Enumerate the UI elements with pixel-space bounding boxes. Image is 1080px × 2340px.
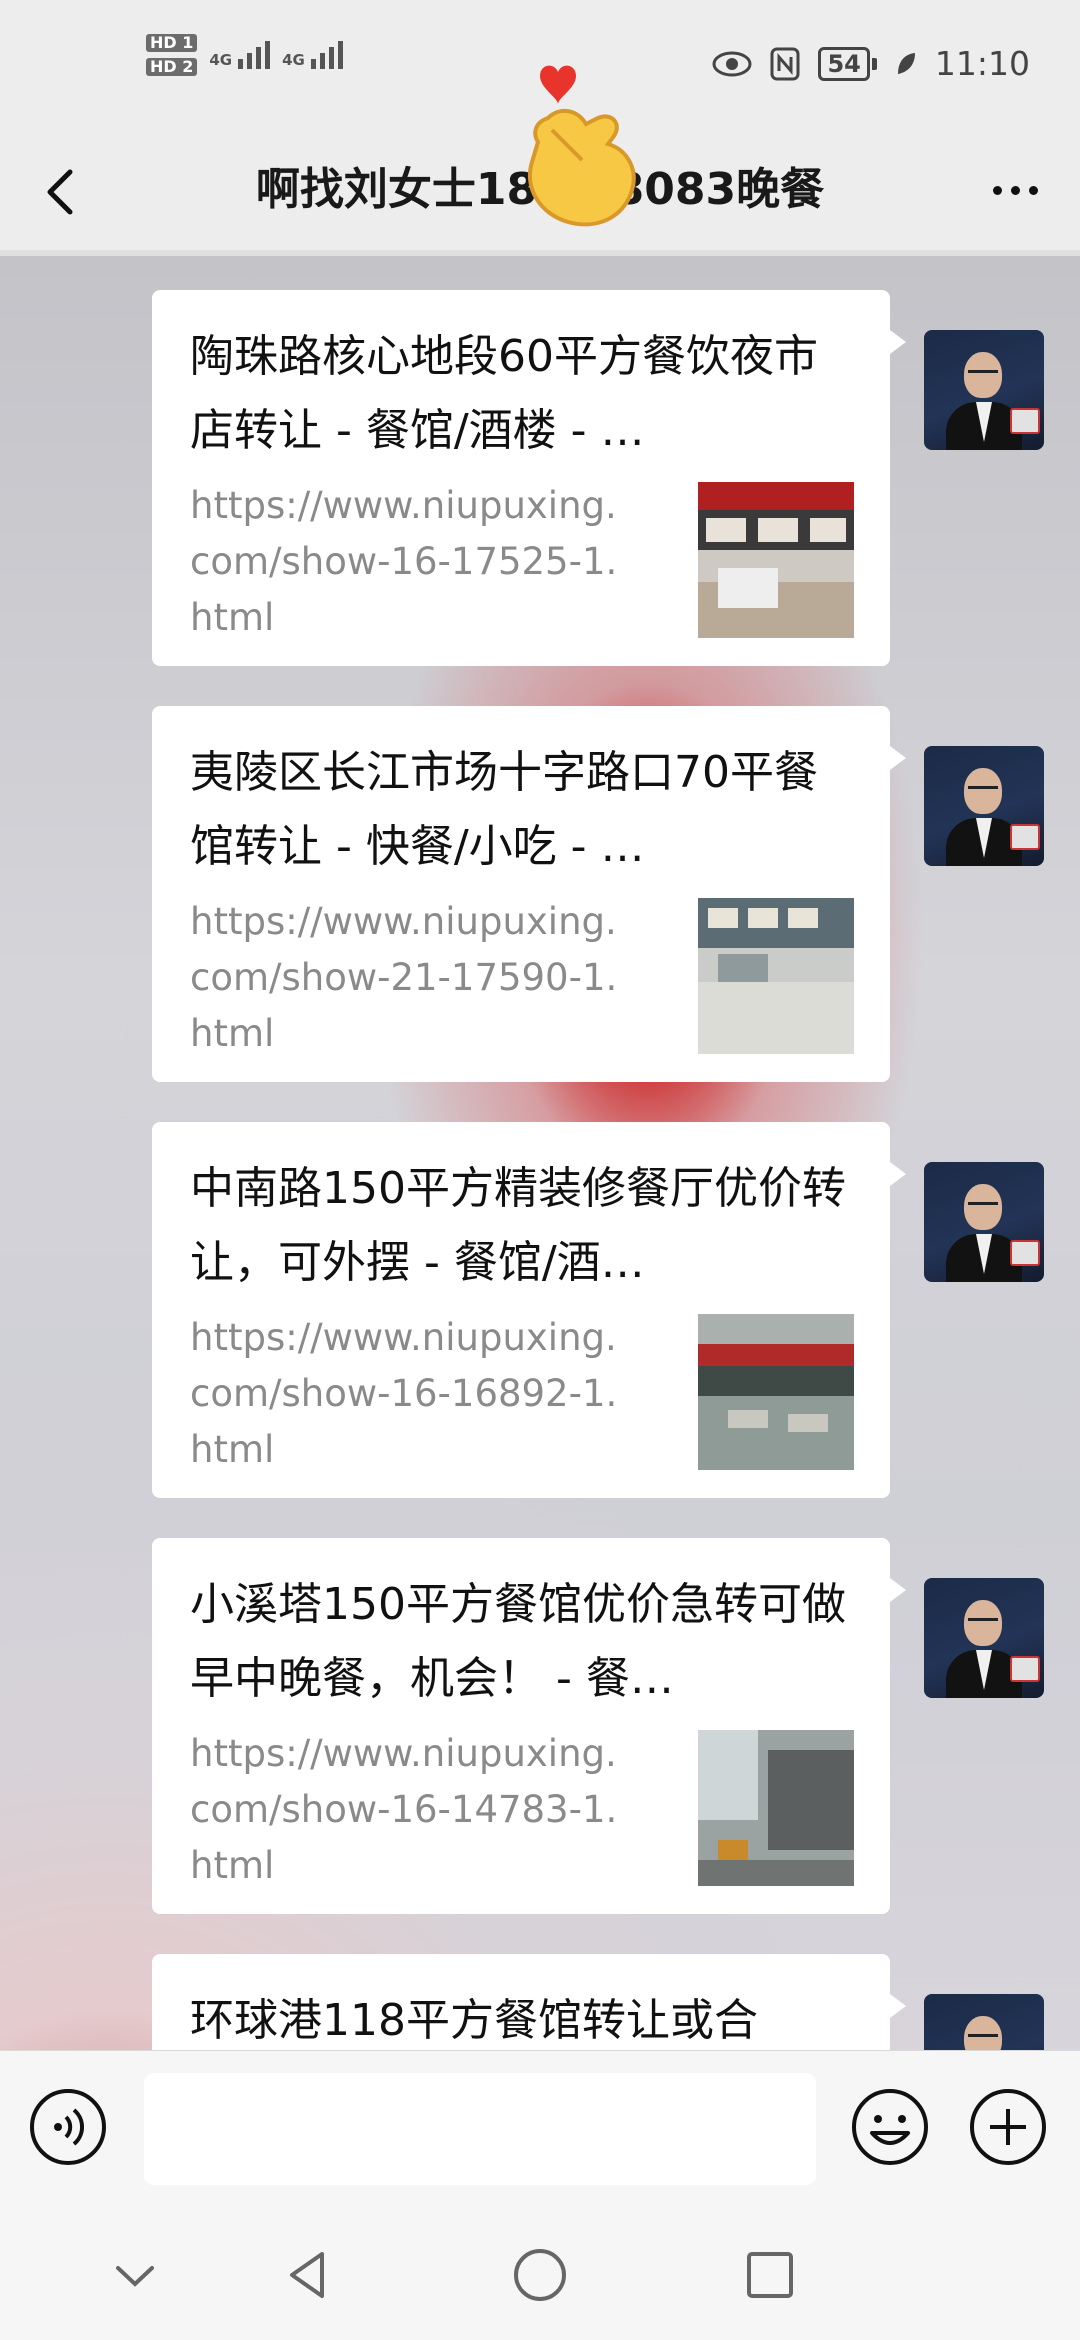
link-card-title: 夷陵区长江市场十字路口70平餐馆转让 - 快餐/小吃 - … [190, 747, 818, 872]
sim2-label: 4G [282, 51, 305, 69]
signal-icon-sim2: 4G [282, 41, 343, 69]
nav-home-button[interactable] [505, 2240, 575, 2310]
leaf-icon [897, 52, 915, 74]
chat-area[interactable]: 陶珠路核心地段60平方餐饮夜市店转让 - 餐馆/酒楼 - … https://w… [0, 250, 1080, 2050]
avatar[interactable] [924, 1162, 1044, 1282]
status-right: 54 11:10 [712, 44, 1030, 83]
link-card-title: 陶珠路核心地段60平方餐饮夜市店转让 - 餐馆/酒楼 - … [190, 331, 818, 456]
previous-bubble-edge [0, 250, 1080, 256]
voice-button[interactable] [30, 2089, 106, 2165]
finger-heart-sticker [527, 65, 636, 227]
more-dots-icon [992, 185, 1002, 195]
link-card[interactable]: 中南路150平方精装修餐厅优价转让，可外摆 - 餐馆/酒… https://ww… [152, 1122, 906, 1498]
avatar[interactable] [924, 746, 1044, 866]
circle-home-icon [514, 2249, 566, 2301]
nav-back-button[interactable] [274, 2240, 344, 2310]
emoji-icon [852, 2089, 928, 2165]
avatar[interactable] [924, 330, 1044, 450]
hd2-badge: HD 2 [146, 58, 198, 76]
input-bar [0, 2050, 1080, 2211]
message-input[interactable] [144, 2073, 816, 2185]
link-card-url: https://www.niupuxing.com/show-16-17525-… [190, 484, 618, 639]
link-card-url: https://www.niupuxing.com/show-16-16892-… [190, 1316, 618, 1471]
triangle-back-icon [290, 2252, 324, 2298]
emoji-button[interactable] [850, 2087, 930, 2167]
battery-level: 54 [818, 46, 870, 81]
nav-hide-keyboard-button[interactable] [100, 2240, 170, 2310]
link-card[interactable]: 小溪塔150平方餐馆优价急转可做早中晚餐，机会！ - 餐… https://ww… [152, 1538, 906, 1914]
link-card[interactable]: 环球港118平方餐馆转让或合 [152, 1954, 906, 2050]
nfc-icon [770, 47, 800, 80]
link-card-url: https://www.niupuxing.com/show-16-14783-… [190, 1732, 618, 1887]
link-card-title: 环球港118平方餐馆转让或合 [190, 1995, 758, 2046]
eye-icon [712, 51, 752, 76]
hd1-badge: HD 1 [146, 34, 198, 52]
voice-icon [54, 2108, 85, 2146]
chevron-down-icon [116, 2266, 154, 2287]
signal-icon-sim1: 4G [209, 41, 271, 69]
sim1-label: 4G [209, 51, 233, 69]
link-card-thumbnail [698, 898, 854, 1054]
more-button[interactable] [980, 158, 1050, 222]
plus-icon [970, 2089, 1046, 2165]
clock: 11:10 [934, 44, 1030, 83]
link-card-thumbnail [698, 1314, 854, 1470]
plus-button[interactable] [968, 2087, 1048, 2167]
avatar[interactable] [924, 1578, 1044, 1698]
link-card[interactable]: 夷陵区长江市场十字路口70平餐馆转让 - 快餐/小吃 - … https://w… [152, 706, 906, 1082]
link-card-title: 中南路150平方精装修餐厅优价转让，可外摆 - 餐馆/酒… [190, 1163, 846, 1288]
link-card-url: https://www.niupuxing.com/show-21-17590-… [190, 900, 618, 1055]
link-card-title: 小溪塔150平方餐馆优价急转可做早中晚餐，机会！ - 餐… [190, 1579, 846, 1704]
battery-icon: 54 [818, 46, 877, 81]
avatar[interactable] [924, 1994, 1044, 2050]
link-card-thumbnail [698, 482, 854, 638]
link-card[interactable]: 陶珠路核心地段60平方餐饮夜市店转让 - 餐馆/酒楼 - … https://w… [152, 290, 906, 666]
nav-recent-button[interactable] [735, 2240, 805, 2310]
link-card-thumbnail [698, 1730, 854, 1886]
sim-indicators: HD 1 HD 2 4G 4G [146, 34, 343, 76]
square-recent-icon [747, 2252, 793, 2298]
navigation-bar [0, 2210, 1080, 2340]
